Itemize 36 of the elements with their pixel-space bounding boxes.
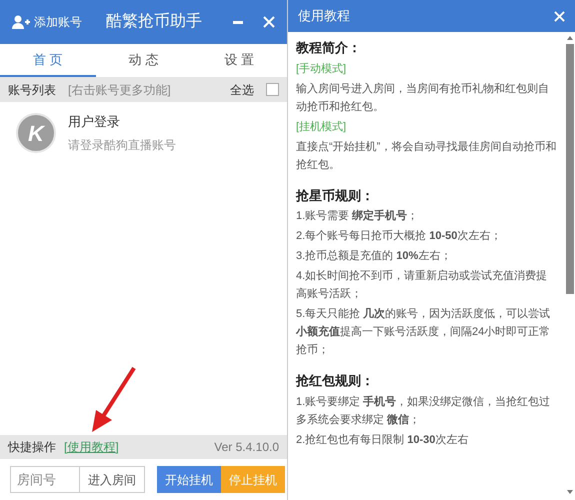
rule-text: 2.每个账号每日抢币大概抢 10-50次左右；	[296, 229, 502, 244]
list-hint: [右击账号更多功能]	[68, 82, 171, 98]
section-heading: 教程简介：	[296, 39, 362, 57]
panel-title: 使用教程	[298, 7, 350, 26]
version-label: Ver 5.4.10.0	[214, 439, 279, 456]
list-label: 账号列表	[8, 82, 56, 98]
section-heading: 抢星币规则：	[296, 186, 375, 204]
rule-text: 输入房间号进入房间，当房间有抢币礼物和红包则自动抢币和抢红包。	[296, 82, 550, 114]
mode-label: [手动模式]	[296, 62, 348, 76]
rule-text: 3.抢币总额是充值的 10%左右；	[296, 248, 452, 264]
tutorial-link[interactable]: [使用教程]	[64, 438, 119, 456]
tab[interactable]: 设 置	[191, 44, 288, 77]
add-account-button[interactable]: 添加账号	[12, 13, 82, 31]
rule-text: 1.账号需要 绑定手机号；	[296, 208, 420, 224]
mode-label: [挂机模式]	[296, 120, 348, 134]
footer-label: 快捷操作	[8, 439, 56, 456]
minimize-icon[interactable]	[233, 20, 243, 24]
rule-text: 2.抢红包也有每日限制 10-30次左右	[296, 432, 470, 448]
select-all-label: 全选	[230, 82, 254, 98]
account-name: 用户登录	[68, 113, 121, 132]
tab[interactable]: 动 态	[96, 44, 192, 77]
close-icon[interactable]	[554, 10, 565, 22]
add-user-icon	[12, 15, 30, 29]
section-heading: 抢红包规则：	[296, 372, 375, 390]
window-title: 酷繁抢币助手	[106, 12, 202, 32]
rule-text: 直接点“开始挂机”，将会自动寻找最佳房间自动抢币和抢红包。	[296, 140, 557, 172]
account-subtitle: 请登录酷狗直播账号	[68, 136, 176, 154]
rule-text: 4.如长时间抢不到币，请重新启动或尝试充值消费提高账号活跃；	[296, 268, 548, 302]
select-all-checkbox[interactable]	[266, 83, 279, 96]
rule-text: 1.账号要绑定 手机号，如果没绑定微信，当抢红包过多系统会要求绑定 微信；	[296, 394, 552, 428]
avatar: K	[16, 113, 56, 153]
close-icon[interactable]	[263, 16, 275, 28]
action-button[interactable]: 开始挂机	[157, 466, 221, 493]
action-button[interactable]: 进入房间	[80, 466, 145, 493]
room-number-field[interactable]: 房间号	[10, 466, 80, 493]
rule-text: 5.每天只能抢 几次的账号，因为活跃度低，可以尝试小额充值提高一下账号活跃度，间隔24小时即可正常抢币；	[296, 306, 552, 358]
